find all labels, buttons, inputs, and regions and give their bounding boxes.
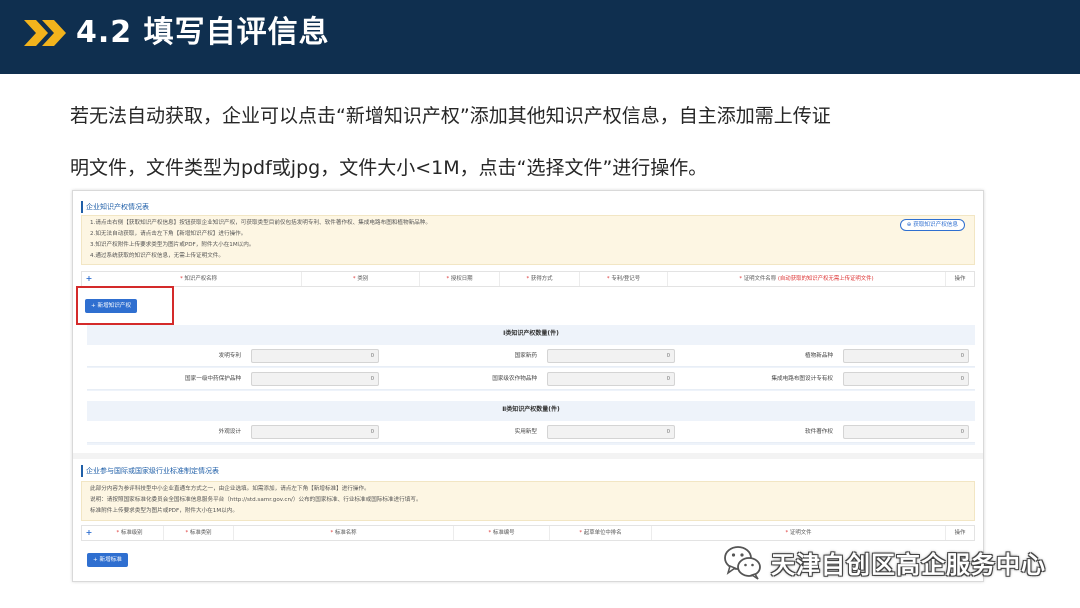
form-screenshot: 企业知识产权情况表 1.请点击右侧【获取知识产权信息】按钮获取企业知识产权，可获… bbox=[72, 190, 984, 582]
class1-row: 国家一级中药保护品种 0 国家级农作物品种 0 集成电路布图设计专有权 0 bbox=[87, 368, 975, 390]
slide: 4.2 填写自评信息 若无法自动获取，企业可以点击“新增知识产权”添加其他知识产… bbox=[0, 0, 1080, 608]
field-label: 实用新型 bbox=[514, 429, 537, 435]
ip-section-title: 企业知识产权情况表 bbox=[81, 201, 149, 213]
watermark: 天津自创区高企服务中心 bbox=[721, 538, 1046, 586]
intro-line-1: 若无法自动获取，企业可以点击“新增知识产权”添加其他知识产权信息，自主添加需上传… bbox=[70, 105, 831, 127]
col-ip-category: * 类别 bbox=[302, 272, 420, 286]
count-field[interactable]: 0 bbox=[547, 425, 675, 439]
class2-title: Ⅱ类知识产权数量(件) bbox=[502, 406, 560, 413]
col-patent-no: * 专利/登记号 bbox=[580, 272, 668, 286]
class2-panel: Ⅱ类知识产权数量(件) 外观设计 0 实用新型 0 软件著作权 0 bbox=[87, 401, 975, 445]
field-label: 植物新品种 bbox=[805, 353, 833, 359]
fetch-ip-button[interactable]: ⊕ 获取知识产权信息 bbox=[899, 219, 965, 231]
col-action: 操作 bbox=[954, 276, 966, 282]
count-field[interactable]: 0 bbox=[843, 372, 969, 386]
col-method: * 获得方式 bbox=[500, 272, 580, 286]
wechat-icon bbox=[724, 546, 761, 580]
count-field[interactable]: 0 bbox=[251, 349, 379, 363]
count-field[interactable]: 0 bbox=[547, 349, 675, 363]
slide-title: 4.2 填写自评信息 bbox=[76, 15, 330, 50]
add-row-icon[interactable]: + bbox=[82, 272, 96, 286]
field-label: 国家级农作物品种 bbox=[492, 376, 537, 382]
col-auth-date: * 授权日期 bbox=[420, 272, 500, 286]
field-label: 国家新药 bbox=[514, 353, 537, 359]
header-bar: 4.2 填写自评信息 bbox=[0, 0, 1080, 74]
class1-row: 发明专利 0 国家新药 0 植物新品种 0 bbox=[87, 345, 975, 367]
add-standard-label: 新增标准 bbox=[99, 557, 122, 563]
col-proof-file: * 证明文件名称 (自动获取的知识产权无需上传证明文件) bbox=[668, 272, 946, 286]
ip-note: 4.通过系统获取的知识产权信息，无需上传证明文件。 bbox=[90, 253, 224, 259]
std-note: 标准附件上传要求类型为图片或PDF，附件大小在1M以内。 bbox=[90, 508, 238, 514]
field-label: 外观设计 bbox=[218, 429, 241, 435]
col-ip-name: * 知识产权名称 bbox=[96, 272, 302, 286]
count-field[interactable]: 0 bbox=[843, 349, 969, 363]
std-note: 说明：请按照国家标准化委员会全国标准信息服务平台（http://std.samr… bbox=[90, 497, 422, 503]
class1-title: Ⅰ类知识产权数量(件) bbox=[503, 330, 559, 337]
count-field[interactable]: 0 bbox=[251, 425, 379, 439]
count-field[interactable]: 0 bbox=[843, 425, 969, 439]
col-std-number: * 标准编号 bbox=[454, 526, 550, 540]
col-std-category: * 标准类别 bbox=[164, 526, 234, 540]
field-label: 国家一级中药保护品种 bbox=[185, 376, 241, 382]
count-field[interactable]: 0 bbox=[251, 372, 379, 386]
add-ip-label: 新增知识产权 bbox=[97, 303, 132, 309]
class1-panel: Ⅰ类知识产权数量(件) 发明专利 0 国家新药 0 植物新品种 0 国家一级中药… bbox=[87, 325, 975, 391]
double-chevron-icon bbox=[24, 20, 66, 46]
col-drafting-unit: * 起草单位中排名 bbox=[550, 526, 652, 540]
count-field[interactable]: 0 bbox=[547, 372, 675, 386]
intro-line-2: 明文件，文件类型为pdf或jpg，文件大小<1M，点击“选择文件”进行操作。 bbox=[70, 157, 708, 179]
watermark-text: 天津自创区高企服务中心 bbox=[771, 550, 1046, 579]
ip-notice: 1.请点击右侧【获取知识产权信息】按钮获取企业知识产权，可获取类型目前仅包括发明… bbox=[81, 215, 975, 265]
add-row-icon[interactable]: + bbox=[82, 526, 96, 540]
add-standard-button[interactable]: + 新增标准 bbox=[87, 553, 128, 567]
ip-table-header: + * 知识产权名称 * 类别 * 授权日期 * 获得方式 * 专利/登记号 *… bbox=[81, 271, 975, 287]
class2-row: 外观设计 0 实用新型 0 软件著作权 0 bbox=[87, 421, 975, 443]
ip-note: 2.如无法自动获取，请点击左下角【新增知识产权】进行操作。 bbox=[90, 231, 247, 237]
col-std-level: * 标准级别 bbox=[96, 526, 164, 540]
field-label: 发明专利 bbox=[218, 353, 241, 359]
fetch-ip-label: 获取知识产权信息 bbox=[913, 222, 958, 228]
ip-note: 3.知识产权附件上传要求类型为图片或PDF，附件大小在1M以内。 bbox=[90, 242, 255, 248]
add-ip-button[interactable]: + 新增知识产权 bbox=[85, 299, 138, 313]
std-section-title: 企业参与国际或国家级行业标准制定情况表 bbox=[81, 465, 219, 477]
ip-note: 1.请点击右侧【获取知识产权信息】按钮获取企业知识产权，可获取类型目前仅包括发明… bbox=[90, 220, 431, 226]
field-label: 集成电路布图设计专有权 bbox=[771, 376, 833, 382]
std-note: 此部分内容为参评科技型中小企业直通车方式之一，由企业选填。如需添加，请点左下角【… bbox=[90, 486, 370, 492]
std-notice: 此部分内容为参评科技型中小企业直通车方式之一，由企业选填。如需添加，请点左下角【… bbox=[81, 481, 975, 521]
intro-text: 若无法自动获取，企业可以点击“新增知识产权”添加其他知识产权信息，自主添加需上传… bbox=[70, 90, 1030, 194]
section-divider bbox=[73, 453, 983, 459]
field-label: 软件著作权 bbox=[805, 429, 833, 435]
col-std-name: * 标准名称 bbox=[234, 526, 454, 540]
